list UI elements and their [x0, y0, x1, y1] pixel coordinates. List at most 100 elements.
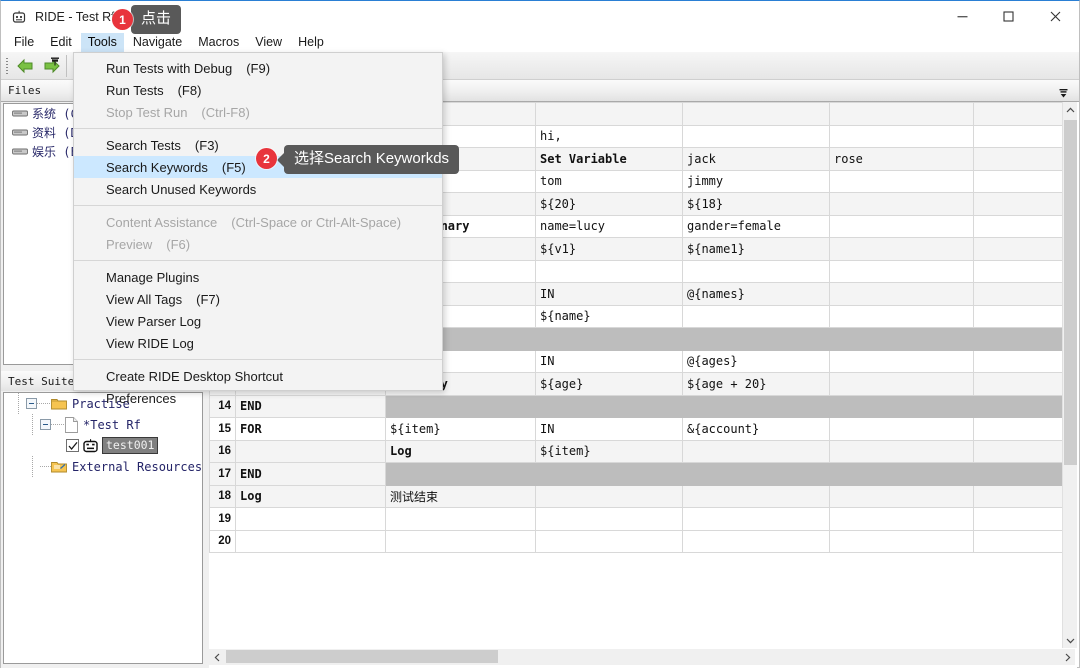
grid-row-number[interactable]: 15	[209, 417, 236, 441]
grid-cell[interactable]	[973, 124, 1064, 148]
menu-navigate[interactable]: Navigate	[126, 33, 189, 52]
grid-cell[interactable]: ${item}	[535, 439, 683, 463]
menu-view[interactable]: View	[248, 33, 289, 52]
vertical-scrollbar[interactable]	[1062, 102, 1077, 648]
grid-cell[interactable]	[973, 394, 1064, 418]
menu-item-run-tests-with-debug[interactable]: Run Tests with Debug (F9)	[74, 57, 442, 79]
grid-cell[interactable]	[682, 304, 830, 328]
grid-cell[interactable]	[385, 507, 536, 531]
grid-cell[interactable]	[973, 417, 1064, 441]
menu-edit[interactable]: Edit	[43, 33, 79, 52]
grid-cell[interactable]: jimmy	[682, 169, 830, 193]
grid-cell[interactable]	[535, 484, 683, 508]
grid-cell[interactable]: ${18}	[682, 192, 830, 216]
tools-dropdown-menu[interactable]: Run Tests with Debug (F9) Run Tests (F8) Sto…	[73, 52, 443, 406]
grid-cell[interactable]	[235, 507, 386, 531]
grid-row-number[interactable]: 19	[209, 507, 236, 531]
grid-cell[interactable]: gander=female	[682, 214, 830, 238]
grid-cell[interactable]	[973, 237, 1064, 261]
grid-cell[interactable]	[682, 394, 830, 418]
grid-cell[interactable]: ${age + 20}	[682, 372, 830, 396]
toolbar-grip[interactable]	[3, 56, 12, 76]
horizontal-scrollbar[interactable]	[209, 649, 1075, 665]
grid-cell[interactable]: Log	[235, 484, 386, 508]
grid-cell[interactable]	[682, 124, 830, 148]
grid-cell[interactable]	[973, 529, 1064, 553]
horizontal-scroll-thumb[interactable]	[226, 650, 498, 663]
menu-macros[interactable]: Macros	[191, 33, 246, 52]
grid-cell[interactable]: END	[235, 462, 386, 486]
grid-cell[interactable]: @{names}	[682, 282, 830, 306]
navigate-back-icon[interactable]	[12, 54, 38, 78]
grid-cell[interactable]	[682, 484, 830, 508]
grid-cell[interactable]	[235, 529, 386, 553]
menu-item-search-unused-keywords[interactable]: Search Unused Keywords	[74, 178, 442, 200]
grid-cell[interactable]	[829, 394, 974, 418]
grid-cell[interactable]	[973, 462, 1064, 486]
menu-item-create-ride-desktop-shortcut[interactable]: Create RIDE Desktop Shortcut	[74, 365, 442, 387]
expander-icon[interactable]	[40, 419, 51, 430]
grid-cell[interactable]	[829, 529, 974, 553]
grid-row[interactable]: 20	[209, 529, 1064, 553]
grid-cell[interactable]	[829, 259, 974, 283]
grid-cell[interactable]	[682, 462, 830, 486]
toolbar-pin-icon[interactable]	[49, 53, 61, 66]
grid-cell[interactable]	[829, 327, 974, 351]
menu-item-view-ride-log[interactable]: View RIDE Log	[74, 332, 442, 354]
grid-cell[interactable]: ${name1}	[682, 237, 830, 261]
grid-cell[interactable]	[682, 327, 830, 351]
grid-cell[interactable]: ${20}	[535, 192, 683, 216]
grid-cell[interactable]	[973, 282, 1064, 306]
chevron-down-icon[interactable]	[1058, 86, 1069, 98]
scroll-down-icon[interactable]	[1063, 632, 1078, 648]
grid-cell[interactable]	[535, 529, 683, 553]
grid-cell[interactable]	[829, 349, 974, 373]
menu-file[interactable]: File	[7, 33, 41, 52]
grid-cell[interactable]	[535, 462, 683, 486]
grid-cell[interactable]	[829, 417, 974, 441]
grid-cell[interactable]: IN	[535, 282, 683, 306]
grid-cell[interactable]	[973, 214, 1064, 238]
grid-cell[interactable]	[973, 507, 1064, 531]
grid-cell[interactable]	[682, 507, 830, 531]
menu-help[interactable]: Help	[291, 33, 331, 52]
grid-cell[interactable]: tom	[535, 169, 683, 193]
grid-row-number[interactable]: 17	[209, 462, 236, 486]
grid-cell[interactable]	[973, 169, 1064, 193]
grid-cell[interactable]	[235, 439, 386, 463]
menu-item-preferences[interactable]: Preferences	[74, 387, 442, 409]
grid-cell[interactable]: 测试结束	[385, 484, 536, 508]
grid-cell[interactable]: &{account}	[682, 417, 830, 441]
grid-cell[interactable]	[829, 192, 974, 216]
maximize-button[interactable]	[985, 1, 1031, 32]
grid-cell[interactable]: ${v1}	[535, 237, 683, 261]
grid-row-number[interactable]: 20	[209, 529, 236, 553]
grid-cell[interactable]	[829, 484, 974, 508]
scroll-right-icon[interactable]	[1059, 649, 1075, 665]
grid-cell[interactable]	[973, 259, 1064, 283]
grid-row[interactable]: 19	[209, 507, 1064, 531]
grid-row[interactable]: 17 END	[209, 462, 1064, 486]
test-checkbox[interactable]	[66, 439, 79, 452]
grid-cell[interactable]: ${age}	[535, 372, 683, 396]
grid-cell[interactable]	[682, 102, 830, 126]
test-suites-tree[interactable]: Practise *Test Rf test001 External Resou…	[3, 392, 203, 664]
grid-cell[interactable]	[535, 507, 683, 531]
menu-item-manage-plugins[interactable]: Manage Plugins	[74, 266, 442, 288]
grid-cell[interactable]	[973, 439, 1064, 463]
grid-row[interactable]: 18 Log 测试结束	[209, 484, 1064, 508]
grid-cell[interactable]	[829, 282, 974, 306]
grid-cell[interactable]	[829, 237, 974, 261]
grid-cell[interactable]: Set Variable	[535, 147, 683, 171]
tree-item-test-rf[interactable]: *Test Rf	[4, 414, 202, 435]
grid-cell[interactable]: name=lucy	[535, 214, 683, 238]
grid-cell[interactable]: ${name}	[535, 304, 683, 328]
grid-cell[interactable]	[682, 529, 830, 553]
grid-cell[interactable]	[535, 327, 683, 351]
grid-cell[interactable]	[829, 102, 974, 126]
minimize-button[interactable]	[939, 1, 985, 32]
grid-row-number[interactable]: 16	[209, 439, 236, 463]
grid-cell[interactable]: @{ages}	[682, 349, 830, 373]
grid-cell[interactable]	[829, 169, 974, 193]
grid-cell[interactable]	[973, 349, 1064, 373]
